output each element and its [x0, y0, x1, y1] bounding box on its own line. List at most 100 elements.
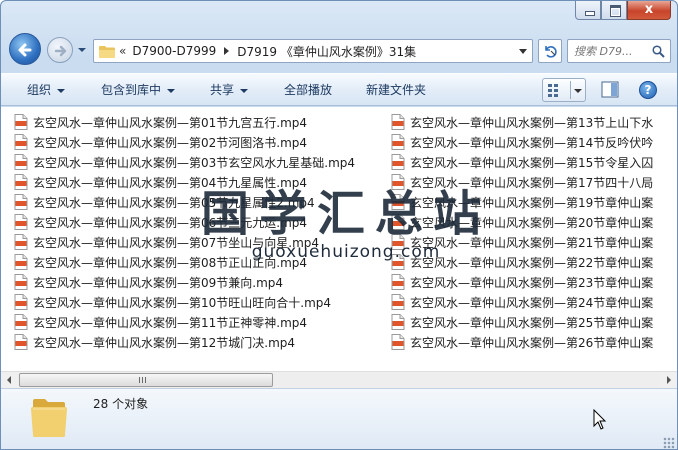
search-icon[interactable] — [652, 45, 665, 58]
item-count: 28 个对象 — [93, 397, 149, 411]
file-item[interactable]: 玄空风水—章仲山风水案例—第17节四十八局 — [388, 172, 677, 192]
mp4-file-icon — [391, 254, 405, 270]
organize-menu[interactable]: 组织 — [27, 74, 66, 106]
file-name: 玄空风水—章仲山风水案例—第05节九星属性2.mp4 — [33, 195, 315, 210]
file-item[interactable]: 玄空风水—章仲山风水案例—第09节兼向.mp4 — [11, 272, 386, 292]
file-item[interactable]: 玄空风水—章仲山风水案例—第20节章仲山案 — [388, 212, 677, 232]
include-in-library-label: 包含到库中 — [101, 83, 162, 97]
file-item[interactable]: 玄空风水—章仲山风水案例—第15节令星入囚 — [388, 152, 677, 172]
address-bar[interactable]: « D7900-D7999 D7919 《章仲山风水案例》31集 — [93, 39, 533, 63]
file-name: 玄空风水—章仲山风水案例—第13节上山下水 — [410, 115, 654, 130]
folder-icon — [99, 45, 115, 58]
mp4-file-icon — [14, 154, 28, 170]
file-item[interactable]: 玄空风水—章仲山风水案例—第26节章仲山案 — [388, 332, 677, 352]
change-view-button[interactable] — [542, 78, 586, 102]
file-item[interactable]: 玄空风水—章仲山风水案例—第22节章仲山案 — [388, 252, 677, 272]
file-item[interactable]: 玄空风水—章仲山风水案例—第13节上山下水 — [388, 112, 677, 132]
address-dropdown-icon[interactable] — [519, 49, 527, 54]
share-menu[interactable]: 共享 — [210, 74, 249, 106]
breadcrumb-item-current[interactable]: D7919 《章仲山风水案例》31集 — [237, 43, 416, 60]
include-in-library-menu[interactable]: 包含到库中 — [101, 74, 176, 106]
file-name: 玄空风水—章仲山风水案例—第10节旺山旺向合十.mp4 — [33, 295, 332, 310]
scrollbar-grip — [139, 377, 148, 383]
file-name: 玄空风水—章仲山风水案例—第09节兼向.mp4 — [33, 275, 284, 290]
file-item[interactable]: 玄空风水—章仲山风水案例—第21节章仲山案 — [388, 232, 677, 252]
new-folder-button[interactable]: 新建文件夹 — [366, 74, 426, 106]
chevron-down-icon — [57, 88, 66, 93]
chevron-down-icon — [240, 88, 249, 93]
mp4-file-icon — [391, 194, 405, 210]
file-item[interactable]: 玄空风水—章仲山风水案例—第04节九星属性.mp4 — [11, 172, 386, 192]
file-name: 玄空风水—章仲山风水案例—第08节正山正向.mp4 — [33, 255, 308, 270]
file-name: 玄空风水—章仲山风水案例—第19节章仲山案 — [410, 195, 654, 210]
organize-label: 组织 — [27, 83, 52, 97]
mp4-file-icon — [391, 114, 405, 130]
navigation-bar: « D7900-D7999 D7919 《章仲山风水案例》31集 — [9, 33, 671, 67]
mp4-file-icon — [391, 294, 405, 310]
breadcrumb-item[interactable]: D7900-D7999 — [132, 44, 216, 58]
file-item[interactable]: 玄空风水—章仲山风水案例—第12节城门决.mp4 — [11, 332, 386, 352]
horizontal-scrollbar[interactable] — [1, 371, 677, 388]
maximize-button[interactable] — [601, 1, 627, 20]
file-item[interactable]: 玄空风水—章仲山风水案例—第07节坐山与向星.mp4 — [11, 232, 386, 252]
refresh-icon — [545, 46, 557, 58]
file-item[interactable]: 玄空风水—章仲山风水案例—第02节河图洛书.mp4 — [11, 132, 386, 152]
back-button[interactable] — [9, 33, 41, 65]
breadcrumb-separator-icon[interactable] — [224, 47, 230, 55]
file-name: 玄空风水—章仲山风水案例—第23节章仲山案 — [410, 275, 654, 290]
file-name: 玄空风水—章仲山风水案例—第22节章仲山案 — [410, 255, 654, 270]
file-item[interactable]: 玄空风水—章仲山风水案例—第19节章仲山案 — [388, 192, 677, 212]
mp4-file-icon — [391, 314, 405, 330]
scroll-left-arrow-icon[interactable] — [1, 372, 18, 388]
help-icon: ? — [644, 83, 652, 97]
file-item[interactable]: 玄空风水—章仲山风水案例—第08节正山正向.mp4 — [11, 252, 386, 272]
chevron-down-icon[interactable] — [574, 89, 582, 93]
resize-grip[interactable] — [663, 437, 675, 449]
file-name: 玄空风水—章仲山风水案例—第24节章仲山案 — [410, 295, 654, 310]
file-list: 玄空风水—章仲山风水案例—第01节九宫五行.mp4 玄空风水—章仲山风水案例—第0… — [1, 107, 677, 371]
preview-pane-icon[interactable] — [601, 81, 619, 98]
close-button[interactable]: x — [627, 1, 671, 20]
file-item[interactable]: 玄空风水—章仲山风水案例—第14节反吟伏吟 — [388, 132, 677, 152]
mp4-file-icon — [14, 214, 28, 230]
mp4-file-icon — [14, 294, 28, 310]
mp4-file-icon — [391, 134, 405, 150]
new-folder-label: 新建文件夹 — [366, 83, 427, 97]
file-item[interactable]: 玄空风水—章仲山风水案例—第24节章仲山案 — [388, 292, 677, 312]
view-list-icon — [548, 84, 558, 97]
file-name: 玄空风水—章仲山风水案例—第02节河图洛书.mp4 — [33, 135, 308, 150]
file-name: 玄空风水—章仲山风水案例—第26节章仲山案 — [410, 335, 654, 350]
file-name: 玄空风水—章仲山风水案例—第21节章仲山案 — [410, 235, 654, 250]
back-arrow-icon — [18, 43, 32, 57]
file-item[interactable]: 玄空风水—章仲山风水案例—第01节九宫五行.mp4 — [11, 112, 386, 132]
recent-pages-dropdown-icon[interactable] — [77, 45, 87, 55]
forward-arrow-icon — [54, 45, 67, 57]
minimize-button[interactable] — [575, 1, 601, 20]
mp4-file-icon — [14, 174, 28, 190]
help-button[interactable]: ? — [639, 81, 657, 99]
file-item[interactable]: 玄空风水—章仲山风水案例—第25节章仲山案 — [388, 312, 677, 332]
file-item[interactable]: 玄空风水—章仲山风水案例—第23节章仲山案 — [388, 272, 677, 292]
folder-large-icon — [31, 399, 67, 437]
file-name: 玄空风水—章仲山风水案例—第06节三元九运.mp4 — [33, 215, 308, 230]
forward-button[interactable] — [47, 37, 73, 63]
scroll-right-arrow-icon[interactable] — [660, 372, 677, 388]
file-item[interactable]: 玄空风水—章仲山风水案例—第11节正神零神.mp4 — [11, 312, 386, 332]
mp4-file-icon — [391, 214, 405, 230]
file-name: 玄空风水—章仲山风水案例—第17节四十八局 — [410, 175, 654, 190]
mp4-file-icon — [391, 234, 405, 250]
close-icon: x — [644, 2, 654, 17]
file-item[interactable]: 玄空风水—章仲山风水案例—第10节旺山旺向合十.mp4 — [11, 292, 386, 312]
search-box[interactable] — [567, 39, 671, 63]
mp4-file-icon — [391, 334, 405, 350]
file-item[interactable]: 玄空风水—章仲山风水案例—第06节三元九运.mp4 — [11, 212, 386, 232]
file-item[interactable]: 玄空风水—章仲山风水案例—第03节玄空风水九星基础.mp4 — [11, 152, 386, 172]
details-pane: 28 个对象 — [1, 388, 677, 449]
play-all-button[interactable]: 全部播放 — [284, 74, 332, 106]
refresh-button[interactable] — [538, 39, 562, 63]
search-input[interactable] — [574, 44, 648, 58]
file-item[interactable]: 玄空风水—章仲山风水案例—第05节九星属性2.mp4 — [11, 192, 386, 212]
scrollbar-thumb[interactable] — [19, 373, 273, 387]
breadcrumb-overflow[interactable]: « — [119, 44, 126, 58]
explorer-window: x « D7900-D7999 D7919 《章仲山风水案例》31集 搜索 D7… — [0, 0, 678, 450]
